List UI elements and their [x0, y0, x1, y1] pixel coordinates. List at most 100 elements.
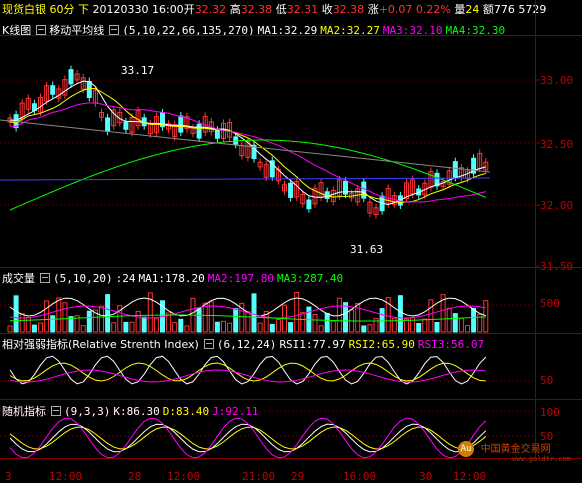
high-annotation: 33.17 [121, 64, 155, 77]
kdj-panel-title[interactable]: 随机指标 [2, 405, 46, 418]
watermark-text: 中国黄金交易网 [480, 444, 551, 455]
volume-bar [214, 321, 220, 333]
volume-bar [422, 318, 428, 333]
volume-ytick: 500 [540, 297, 560, 310]
volume-bar [404, 318, 409, 333]
candle-body [361, 181, 367, 199]
volume-bar [300, 312, 306, 333]
volume-bar [178, 318, 184, 333]
price-ytick: 33.00 [540, 74, 574, 87]
volume-bar [141, 316, 147, 333]
volume-bar [343, 302, 348, 333]
volume-params: (5,10,20) [53, 272, 113, 285]
rsi-panel-header: 相对强弱指标(Relative Strenth Index) (6,12,24) R… [2, 336, 487, 352]
volume-bar [19, 313, 25, 333]
volume-bar [202, 302, 208, 333]
time-tick: 21:00 [242, 470, 276, 483]
volume-bar [105, 294, 111, 333]
volume-bar [62, 302, 68, 333]
volume-bar [13, 295, 19, 333]
volume-bar [379, 308, 385, 333]
time-tick: 28 [128, 470, 142, 483]
rsi1-value: RSI1:77.97 [279, 338, 346, 351]
time-tick: 12:00 [167, 470, 201, 483]
candle-body [306, 199, 312, 210]
candle-body [434, 172, 440, 187]
k-value: K:86.30 [113, 405, 160, 418]
volume-bar [184, 325, 190, 333]
volume-bar [361, 325, 367, 333]
volume-bar [446, 307, 452, 333]
volume-bar [465, 324, 470, 333]
volume-bar [172, 322, 178, 333]
rsi2-value: RSI2:65.90 [348, 338, 415, 351]
volume-bar [86, 310, 92, 333]
volume-bar [312, 314, 318, 333]
kdj-panel-header: 随机指标 (9,3,3) K:86.30 D:83.40 J:92.11 [2, 403, 261, 419]
rsi3-value: RSI3:56.07 [417, 338, 485, 351]
volume-bar [80, 325, 86, 333]
d-value: D:83.40 [162, 405, 210, 418]
volume-bar [135, 310, 141, 333]
volume-bar [318, 325, 324, 333]
low-annotation: 31.63 [350, 243, 384, 256]
volume-bar [196, 308, 202, 333]
time-tick: 16:00 [343, 470, 377, 483]
candle-body [196, 123, 202, 139]
volume-bar [50, 315, 56, 333]
volume-bar [416, 323, 422, 333]
volume-panel-title[interactable]: 成交量 [2, 272, 35, 285]
collapse-icon[interactable] [203, 339, 214, 349]
collapse-icon[interactable] [40, 273, 50, 283]
volume-bar [471, 307, 477, 333]
kdj-ytick: 100 [540, 406, 560, 419]
volume-bar [434, 322, 440, 333]
j-value: J:92.11 [212, 405, 259, 418]
rsi-panel-title[interactable]: 相对强弱指标(Relative Strenth Index) [2, 338, 199, 351]
volume-bar [245, 311, 251, 333]
volume-bar [324, 312, 330, 333]
volume-bar [452, 313, 458, 333]
volume-bar [458, 317, 464, 333]
watermark-logo-icon: Au [458, 441, 474, 457]
rsi-ytick: 50 [540, 374, 554, 387]
volume-current: :24 [115, 272, 136, 285]
candle-body [214, 129, 220, 139]
price-ytick: 31.50 [540, 260, 574, 273]
volume-bar [44, 300, 50, 333]
volume-bar [269, 323, 275, 333]
candle-body [123, 121, 129, 130]
candle-body [68, 69, 74, 85]
price-ytick: 32.50 [540, 138, 574, 151]
kdj-params: (9,3,3) [64, 405, 111, 418]
collapse-icon[interactable] [51, 406, 61, 416]
time-tick: 29 [291, 470, 305, 483]
volume-bar [99, 305, 104, 333]
volume-ma1: MA1:178.20 [138, 272, 205, 285]
watermark-url: www.goldtr.com [512, 455, 572, 463]
ma5-line [0, 177, 491, 181]
candle-body [86, 80, 92, 98]
volume-bar [227, 322, 233, 333]
time-tick: 3 [5, 470, 12, 483]
volume-ma2: MA2:197.80 [207, 272, 274, 285]
volume-bar [31, 324, 37, 333]
candle-body [452, 161, 458, 178]
volume-bar [153, 318, 159, 333]
time-tick: 30 [419, 470, 433, 483]
volume-bar [38, 322, 43, 333]
time-tick: 12:00 [49, 470, 83, 483]
volume-panel-header: 成交量 (5,10,20):24 MA1:178.20 MA2:197.80 MA3:2… [2, 270, 346, 286]
price-ytick: 32.00 [540, 199, 574, 212]
time-tick: 12:00 [453, 470, 487, 483]
ma6-line [0, 119, 491, 173]
volume-bar [7, 325, 13, 333]
candle-body [288, 182, 294, 198]
d-line [9, 426, 487, 450]
volume-bar [56, 297, 62, 333]
candle-body [178, 115, 184, 133]
volume-bar [129, 321, 135, 333]
volume-bar [111, 322, 117, 333]
volume-bar [233, 308, 239, 333]
volume-bar [221, 320, 226, 333]
